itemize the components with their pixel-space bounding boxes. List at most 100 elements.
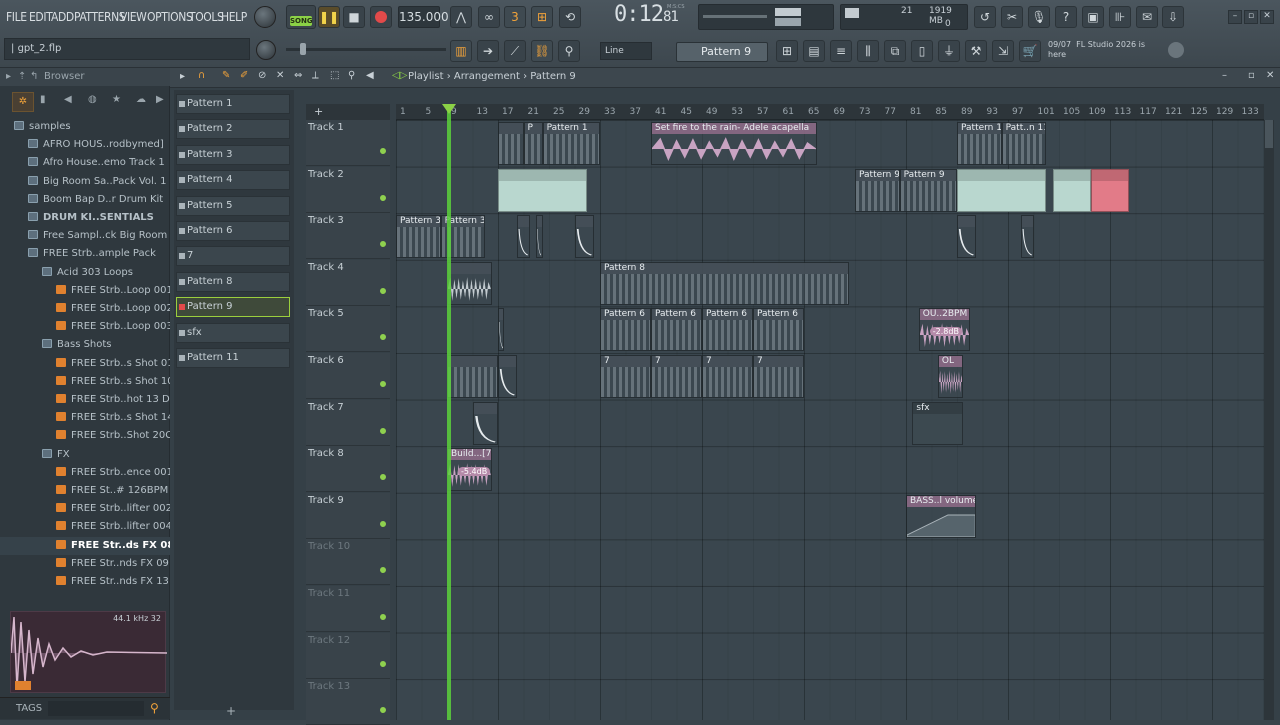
playlist-clip[interactable] [447,261,492,305]
browser-file[interactable]: FREE Strb..s Shot 01 [0,355,170,373]
browser-file[interactable]: FREE Strb..hot 13 D [0,391,170,409]
position-slider-handle[interactable] [300,43,306,55]
pattern-selector[interactable]: Pattern 9 [676,42,768,62]
cut-icon[interactable]: ✂ [1001,6,1023,28]
browser-file[interactable]: FREE Str..ds FX 08 [0,536,170,555]
save-icon[interactable]: ▣ [1082,6,1104,28]
search-icon[interactable]: ⚲ [150,701,159,715]
track-header[interactable]: Track 9 [306,492,390,539]
project-file-field[interactable]: | gpt_2.flp [4,38,250,60]
browser-view-icon[interactable]: ▯ [911,40,933,62]
playlist-clip[interactable]: Pattern 6 [753,308,804,352]
playlist-clip[interactable]: BASS..l volume [906,494,977,538]
playlist-clip[interactable]: P [523,122,543,165]
slice-icon[interactable]: ⟂ [312,70,319,81]
step-edit-icon[interactable]: ⊞ [531,6,553,28]
playlist-clip[interactable]: Pattern 11 [957,122,1002,165]
browser-file[interactable]: FREE Strb..lifter 002 [0,500,170,518]
playlist-clip[interactable]: Pattern 3 [396,215,441,259]
browser-file[interactable]: FREE St..# 126BPM [0,482,170,500]
playlist-clip[interactable]: Build...[7] -5.4dB [447,448,492,492]
minimize-icon[interactable]: – [1228,10,1242,24]
speaker-icon[interactable]: ◀ [366,70,374,81]
vertical-scrollbar-thumb[interactable] [1265,120,1273,148]
playlist-clip[interactable]: Pattern 6 [651,308,702,352]
vertical-scrollbar[interactable] [1264,120,1274,720]
browser-files-icon[interactable]: ▮ [40,94,46,105]
playlist-clip[interactable] [498,122,524,165]
playhead[interactable] [447,106,451,720]
browser-file[interactable]: FREE Str..nds FX 13 [0,573,170,591]
browser-globe-icon[interactable]: ◍ [88,94,97,105]
playlist-close-icon[interactable]: ✕ [1266,70,1274,81]
browser-folder[interactable]: AFRO HOUS..rodbymed] [0,136,170,154]
pattern-list-item[interactable]: 7 [176,246,290,267]
playlist-minimize-icon[interactable]: – [1222,70,1227,81]
browser-file[interactable]: FREE Strb..lifter 004 [0,518,170,536]
track-header[interactable]: Track 7 [306,399,390,446]
track-header[interactable]: Track 6 [306,353,390,399]
pattern-list-item[interactable]: Pattern 8 [176,271,290,292]
browser-folder[interactable]: FREE Strb..ample Pack [0,245,170,263]
track-mute-led[interactable] [380,567,386,574]
playlist-maximize-icon[interactable]: ▫ [1248,70,1255,81]
track-header[interactable]: Track 13 [306,679,390,725]
playlist-clip[interactable] [1052,168,1091,212]
playlist-clip[interactable]: 7 [753,355,804,398]
slip-icon[interactable]: ⇔ [294,70,302,81]
menu-add[interactable]: ADD [51,10,74,24]
undo-icon[interactable]: ↺ [974,6,996,28]
playlist-clip[interactable]: 7 [651,355,702,398]
playlist-clip[interactable]: Pattern 1 [542,122,600,165]
browser-file[interactable]: FREE Strb..s Shot 10 [0,373,170,391]
playlist-clip[interactable] [498,308,505,352]
wait-input-icon[interactable]: ∞ [478,6,500,28]
track-mute-led[interactable] [380,520,386,527]
track-mute-led[interactable] [380,614,386,620]
download-icon[interactable]: ⇩ [1162,6,1184,28]
track-header[interactable]: Track 11 [306,586,390,632]
pattern-list-item[interactable]: Pattern 5 [176,195,290,216]
browser-collapse-icon[interactable]: ▸ [6,71,11,82]
playhead-marker-icon[interactable] [442,104,456,114]
pattern-list-item[interactable]: Pattern 3 [176,144,290,165]
menu-patterns[interactable]: PATTERNS [74,10,126,24]
maximize-icon[interactable]: ▫ [1244,10,1258,24]
playlist-clip[interactable]: 7 [600,355,651,398]
pattern-list-item[interactable]: Pattern 6 [176,221,290,241]
playlist-clip[interactable] [517,215,530,259]
master-volume-knob[interactable] [254,6,276,28]
playlist-clip[interactable] [957,168,1047,212]
arrow-right-icon[interactable]: ➔ [477,40,499,62]
menu-options[interactable]: OPTIONS [147,10,193,24]
track-header[interactable]: Track 10 [306,539,390,586]
track-header[interactable]: Track 3 [306,213,390,260]
magnet-icon[interactable]: ∩ [198,70,205,81]
slide-icon[interactable]: ⟋ [504,40,526,62]
playlist-clip[interactable] [1020,215,1034,259]
track-header[interactable]: Track 5 [306,306,390,353]
playlist-icon[interactable]: ▥ [450,40,472,62]
pattern-list-item[interactable]: Pattern 9 [176,297,290,318]
browser-file[interactable]: FREE Str..nds FX 09 [0,555,170,573]
timeline-ruler[interactable]: 1 5 9 13 17 21 25 29 33 37 41 45 49 53 57 61 65 69 73 77 81 8… [396,104,1264,120]
tags-label[interactable]: TAGS [16,703,42,714]
stop-button[interactable]: ■ [343,6,365,28]
pattern-list-item[interactable]: sfx [176,322,290,343]
news-panel[interactable]: 09/07 FL Studio 2026 is here [1048,40,1164,64]
track-mute-led[interactable] [380,381,386,387]
playlist-view-icon[interactable]: ⊞ [776,40,798,62]
playlist-clip[interactable] [536,215,543,259]
tags-search-input[interactable] [48,701,144,716]
mixer-icon[interactable]: ⊪ [1109,6,1131,28]
position-slider[interactable] [286,43,446,55]
browser-folder[interactable]: Afro House..emo Track 1 [0,154,170,172]
playlist-menu-icon[interactable]: ▸ [180,71,185,82]
track-mute-led[interactable] [380,148,386,154]
playlist-play-icon[interactable]: ◁▷ [392,70,407,81]
zoom-icon[interactable]: ⚲ [348,70,355,81]
add-track-icon[interactable]: + [314,105,323,118]
breadcrumb-playlist[interactable]: Playlist [408,71,444,82]
track-mute-led[interactable] [380,707,386,714]
playlist-clip[interactable]: 7 [702,355,753,398]
